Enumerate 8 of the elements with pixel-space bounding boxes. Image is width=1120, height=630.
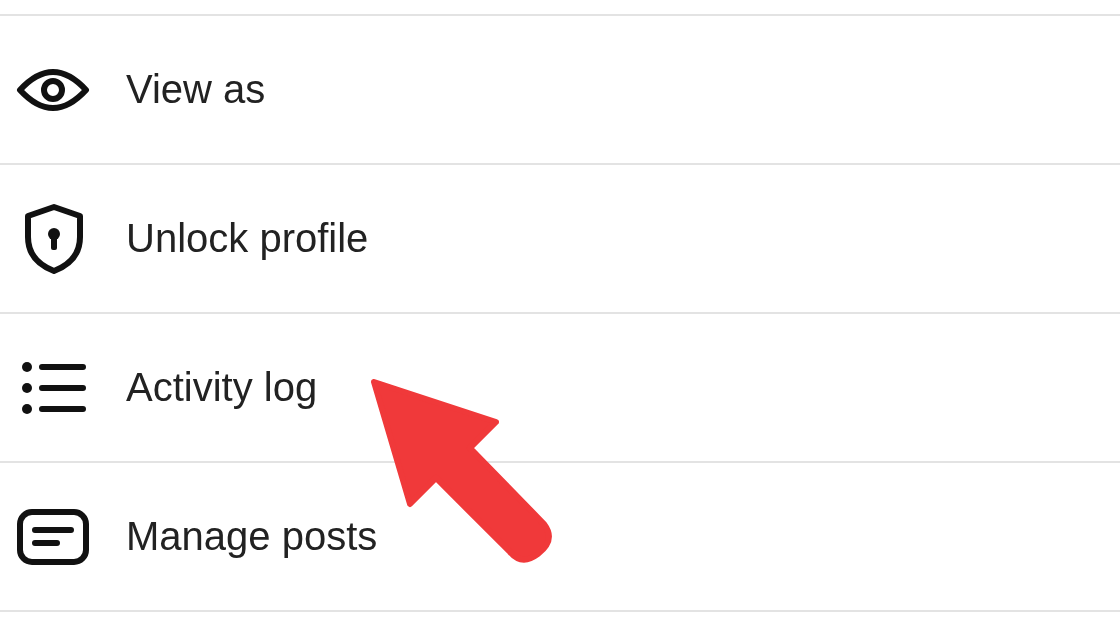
menu-item[interactable]: Unlock profile xyxy=(0,165,1120,314)
menu-item-label: View as xyxy=(126,67,266,112)
shield-icon xyxy=(22,202,86,275)
menu-item-label: Unlock profile xyxy=(126,216,369,261)
post-icon xyxy=(16,508,90,565)
menu-item[interactable]: View as xyxy=(0,16,1120,165)
menu-item-label: Manage posts xyxy=(126,514,378,559)
menu-item-label: Activity log xyxy=(126,365,318,410)
